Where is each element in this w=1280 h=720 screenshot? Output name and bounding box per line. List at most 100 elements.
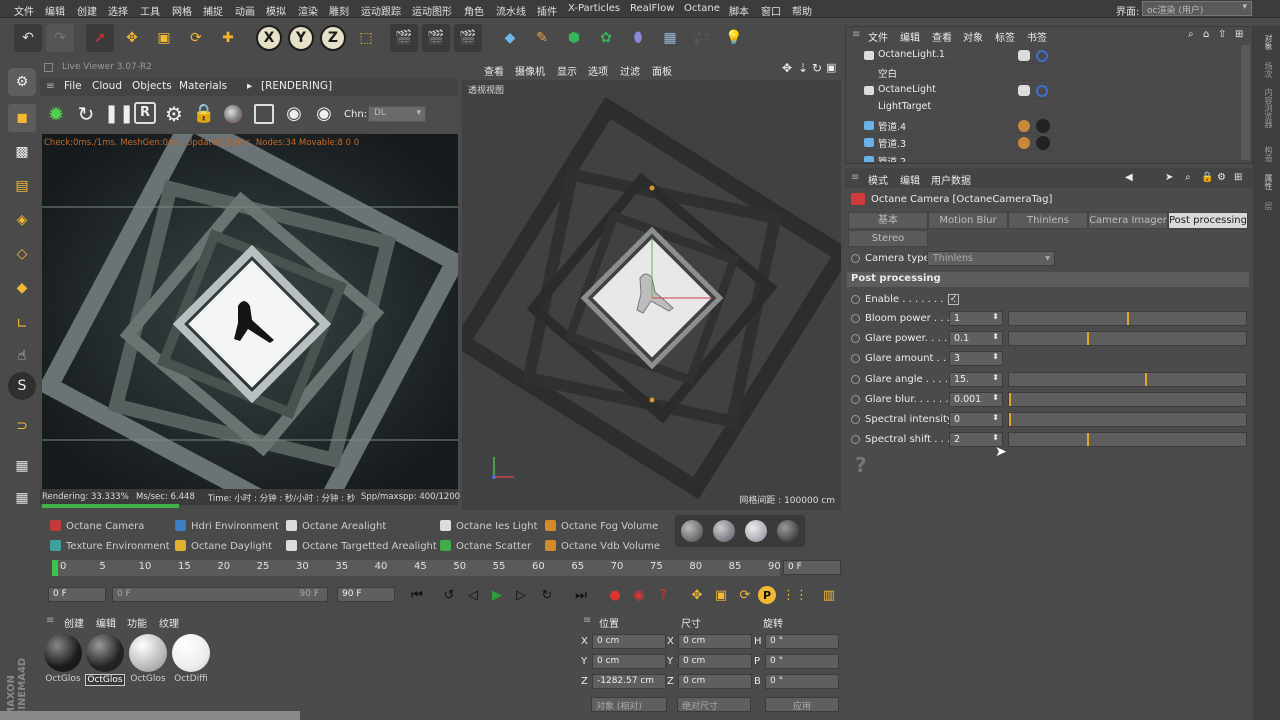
- record-keys-icon[interactable]: ●: [604, 584, 626, 606]
- object-row[interactable]: LightTarget: [846, 99, 1241, 116]
- tab-thinlens[interactable]: Thinlens: [1008, 212, 1088, 229]
- pause-icon[interactable]: ❚❚: [104, 102, 134, 126]
- menu-character[interactable]: 角色: [464, 3, 484, 18]
- cube-icon[interactable]: ◆: [496, 24, 524, 52]
- menu-script[interactable]: 脚本: [729, 3, 749, 18]
- menu-mesh[interactable]: 网格: [172, 3, 192, 18]
- animation-dot-icon[interactable]: [851, 375, 860, 384]
- menu-render[interactable]: 渲染: [298, 3, 318, 18]
- vp-menu-display[interactable]: 显示: [557, 63, 577, 78]
- object-row[interactable]: 管道.4: [846, 117, 1241, 134]
- select-tool-icon[interactable]: ➚: [86, 24, 114, 52]
- animation-dot-icon[interactable]: [851, 354, 860, 363]
- animation-dot-icon[interactable]: [851, 254, 860, 263]
- restart-icon[interactable]: ↻: [74, 102, 98, 126]
- octane-camera-button[interactable]: Octane Camera: [50, 520, 144, 532]
- rotation-h-field[interactable]: 0 °: [765, 634, 839, 649]
- viewport-canvas[interactable]: 透视视图 网格间距 : 100000 cm: [462, 80, 841, 510]
- model-mode-icon[interactable]: ◼: [8, 104, 36, 132]
- animation-dot-icon[interactable]: [851, 435, 860, 444]
- size-z-field[interactable]: 0 cm: [678, 674, 752, 689]
- pen-icon[interactable]: ✎: [528, 24, 556, 52]
- go-to-end-icon[interactable]: ⏭: [570, 584, 592, 606]
- axis-icon[interactable]: ∟: [8, 310, 36, 338]
- marker-icon[interactable]: ◉: [314, 102, 334, 126]
- send-scene-icon[interactable]: ✹: [44, 102, 68, 126]
- edges-mode-icon[interactable]: ◇: [8, 240, 36, 268]
- octane-targetted-arealight-button[interactable]: Octane Targetted Arealight: [286, 540, 437, 552]
- glare-power-slider[interactable]: [1008, 331, 1247, 346]
- object-row[interactable]: OctaneLight.1: [846, 47, 1241, 64]
- size-y-field[interactable]: 0 cm: [678, 654, 752, 669]
- mat-menu-texture[interactable]: 纹理: [159, 615, 179, 630]
- deformer-icon[interactable]: ⬮: [624, 24, 652, 52]
- timeline-ruler[interactable]: 0 5 10 15 20 25 30 35 40 45 50 55 60 65 70 75 80 85 90: [52, 560, 781, 576]
- tweak-icon[interactable]: ☝: [8, 342, 36, 370]
- mat-menu-create[interactable]: 创建: [64, 615, 84, 630]
- spectral-intensity-field[interactable]: 0 ⬍: [949, 412, 1003, 427]
- z-axis-button[interactable]: Z: [320, 25, 346, 51]
- subdivision-icon[interactable]: ⬢: [560, 24, 588, 52]
- tab-basic[interactable]: 基本: [848, 212, 928, 229]
- undo-icon[interactable]: ↶: [14, 24, 42, 52]
- play-icon[interactable]: ▶: [486, 584, 508, 606]
- tab-camera-imager[interactable]: Camera Imager: [1088, 212, 1168, 229]
- move-view-icon[interactable]: ✥: [782, 61, 792, 75]
- menu-animate[interactable]: 动画: [235, 3, 255, 18]
- object-row[interactable]: 管道.3: [846, 134, 1241, 151]
- slider-marker[interactable]: [1009, 393, 1011, 406]
- menu-file[interactable]: 文件: [14, 3, 34, 18]
- stepper-icon[interactable]: ⬍: [992, 433, 999, 442]
- texture-mode-icon[interactable]: ▩: [8, 138, 36, 166]
- transform-tool-icon[interactable]: ✚: [214, 24, 242, 52]
- glossy-material-icon[interactable]: [681, 520, 703, 542]
- om-menu-tags[interactable]: 标签: [995, 29, 1015, 44]
- up-arrow-icon[interactable]: ⇧: [1218, 29, 1226, 40]
- octane-scatter-button[interactable]: Octane Scatter: [440, 540, 531, 552]
- render-output[interactable]: [42, 134, 458, 489]
- material-label[interactable]: OctGlos: [128, 674, 168, 684]
- snap-icon[interactable]: ⊃: [8, 412, 36, 440]
- light-icon[interactable]: 💡: [720, 24, 748, 52]
- slider-marker[interactable]: [1086, 433, 1089, 446]
- lv-menu-file[interactable]: File: [64, 80, 82, 92]
- animation-dot-icon[interactable]: [851, 314, 860, 323]
- bloom-power-slider[interactable]: [1008, 311, 1247, 326]
- vp-menu-panel[interactable]: 面板: [652, 63, 672, 78]
- diffuse-material-icon[interactable]: [745, 520, 767, 542]
- menu-motion-tracking[interactable]: 运动跟踪: [361, 3, 401, 18]
- previous-key-icon[interactable]: ↺: [438, 584, 460, 606]
- menu-edit[interactable]: 编辑: [45, 3, 65, 18]
- layout-dropdown[interactable]: oc渲染 (用户) ▾: [1142, 1, 1252, 16]
- attr-menu-mode[interactable]: 模式: [868, 172, 888, 187]
- menu-help[interactable]: 帮助: [792, 3, 812, 18]
- tab-attributes[interactable]: 属性: [1259, 174, 1274, 190]
- octane-daylight-button[interactable]: Octane Daylight: [175, 540, 272, 552]
- start-frame-field[interactable]: 0 F: [48, 587, 106, 602]
- channel-dropdown[interactable]: DL ▾: [368, 106, 426, 122]
- lv-menu-materials[interactable]: Materials: [179, 80, 227, 92]
- tab-structure[interactable]: 构造: [1259, 146, 1274, 162]
- locked-workplane-icon[interactable]: ▦: [8, 452, 36, 480]
- bloom-power-field[interactable]: 1 ⬍: [949, 311, 1003, 326]
- menu-mograph[interactable]: 运动图形: [412, 3, 452, 18]
- material-swatch[interactable]: [129, 634, 167, 672]
- vp-menu-filter[interactable]: 过滤: [620, 63, 640, 78]
- material-swatch[interactable]: [172, 634, 210, 672]
- specular-material-icon[interactable]: [713, 520, 735, 542]
- menu-plugins[interactable]: 插件: [537, 3, 557, 18]
- animation-dot-icon[interactable]: [851, 395, 860, 404]
- focus-picker-icon[interactable]: [254, 104, 274, 124]
- tab-motion-blur[interactable]: Motion Blur: [928, 212, 1008, 229]
- menu-xparticles[interactable]: X-Particles: [568, 3, 620, 14]
- om-menu-bookmarks[interactable]: 书签: [1027, 29, 1047, 44]
- glare-angle-field[interactable]: 15. ⬍: [949, 372, 1003, 387]
- autokey-icon[interactable]: ◉: [628, 584, 650, 606]
- enable-checkbox[interactable]: ✓: [948, 294, 959, 305]
- material-label-selected[interactable]: OctGlos: [85, 674, 125, 686]
- tab-objects[interactable]: 对象: [1259, 34, 1274, 50]
- planar-workplane-icon[interactable]: ▦: [8, 484, 36, 512]
- octane-ies-light-button[interactable]: Octane Ies Light: [440, 520, 538, 532]
- texture-environment-button[interactable]: Texture Environment: [50, 540, 170, 552]
- home-icon[interactable]: ⌂: [1203, 29, 1209, 40]
